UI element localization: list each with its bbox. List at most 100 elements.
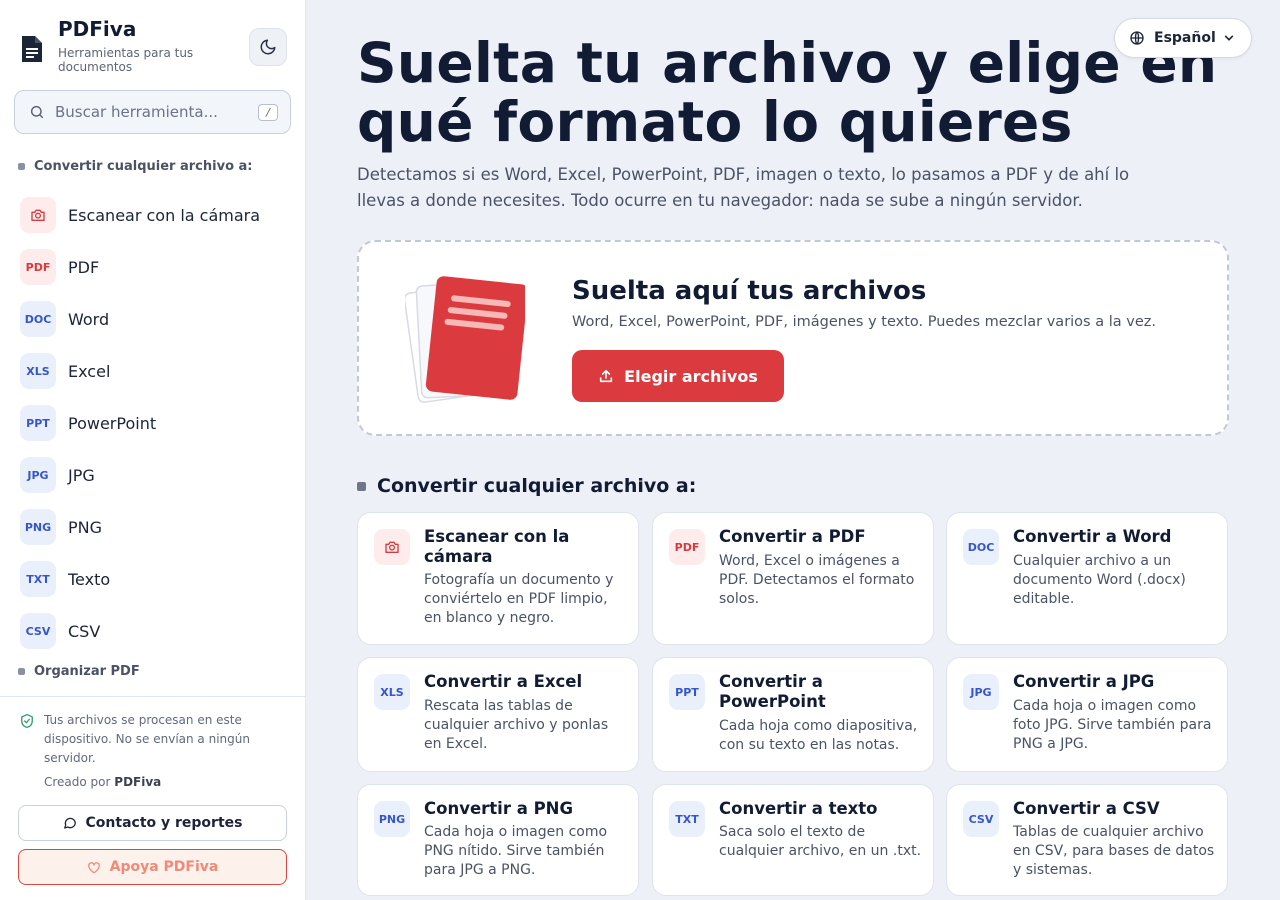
contact-button-label: Contacto y reportes [85,815,243,831]
moon-icon [260,39,276,55]
tool-card-title: Convertir a JPG [1013,672,1155,691]
sidebar-section-convert-label: Convertir cualquier archivo a: [34,159,253,174]
sidebar-item-label: CSV [68,621,101,641]
search-box[interactable]: / [14,90,291,134]
section-marker [18,668,25,675]
txt-badge-icon: TXT [669,801,705,837]
tool-card-title: Convertir a Word [1013,527,1172,546]
png-badge-icon: PNG [374,801,410,837]
tool-card-title: Convertir a texto [719,799,878,818]
ppt-badge-icon: PPT [669,674,705,710]
tool-card-scan[interactable]: Escanear con la cámara Fotografía un doc… [357,512,639,645]
main-section-title: Convertir cualquier archivo a: [377,475,697,497]
sidebar-section-organize-label: Organizar PDF [34,664,140,679]
sidebar-item-word[interactable]: DOC Word [20,293,290,345]
contact-button[interactable]: Contacto y reportes [18,805,287,841]
tool-card-excel[interactable]: XLS Convertir a Excel Rescata las tablas… [357,657,639,772]
language-selected: Español [1154,30,1216,46]
tool-card-csv[interactable]: CSV Convertir a CSV Tablas de cualquier … [946,784,1228,896]
section-marker [357,481,366,491]
sidebar-item-label: Excel [68,361,111,381]
tool-card-title: Escanear con la cámara [424,527,570,566]
created-by: Creado por PDFiva [44,775,161,789]
xls-badge-icon: XLS [20,353,56,389]
search-shortcut-key: / [258,103,278,121]
upload-icon [600,369,613,383]
sidebar-item-scan[interactable]: Escanear con la cámara [20,189,290,241]
sidebar-section-convert: Convertir cualquier archivo a: [18,159,253,174]
tool-card-description: Cada hoja como diapositiva, con su texto… [719,718,918,753]
tool-card-title: Convertir a Excel [424,672,583,691]
language-selector[interactable]: Español [1114,18,1252,58]
jpg-badge-icon: JPG [20,457,56,493]
tool-card-jpg[interactable]: JPG Convertir a JPG Cada hoja o imagen c… [946,657,1228,772]
camera-icon [374,529,410,565]
sidebar-item-label: PDF [68,257,100,277]
heart-icon [87,861,100,873]
tool-card-text[interactable]: TXT Convertir a texto Saca solo el texto… [652,784,934,896]
section-marker [18,163,25,170]
document-logo-icon [22,36,42,62]
csv-badge-icon: CSV [963,801,999,837]
tool-card-description: Cada hoja o imagen como foto JPG. Sirve … [1013,698,1212,752]
xls-badge-icon: XLS [374,674,410,710]
sidebar-item-csv[interactable]: CSV CSV [20,605,290,657]
sidebar-item-png[interactable]: PNG PNG [20,501,290,553]
shield-check-icon [21,713,33,729]
choose-files-button[interactable]: Elegir archivos [572,350,784,402]
brand[interactable]: PDFiva Herramientas para tus documentos [20,18,218,74]
tool-card-description: Saca solo el texto de cualquier archivo,… [719,824,922,859]
sidebar-item-text[interactable]: TXT Texto [20,553,290,605]
page-subtitle: Detectamos si es Word, Excel, PowerPoint… [357,165,1130,210]
documents-illustration-icon [405,276,525,403]
tool-card-title: Convertir a PNG [424,799,574,818]
search-input[interactable] [55,103,258,121]
pdf-badge-icon: PDF [669,529,705,565]
tool-card-title: Convertir a PowerPoint [719,672,826,711]
privacy-text: Tus archivos se procesan en este disposi… [44,713,250,765]
txt-badge-icon: TXT [20,561,56,597]
search-icon [30,105,44,119]
privacy-note: Tus archivos se procesan en este disposi… [20,711,280,768]
tool-card-title: Convertir a CSV [1013,799,1160,818]
chat-bubble-icon [63,817,76,829]
choose-files-button-label: Elegir archivos [624,366,758,386]
file-dropzone[interactable]: Suelta aquí tus archivos Word, Excel, Po… [357,240,1229,436]
sidebar-item-label: PowerPoint [68,413,157,433]
sidebar-footer: Tus archivos se procesan en este disposi… [0,696,305,900]
sidebar-item-label: Texto [68,569,111,589]
theme-toggle-button[interactable] [249,28,287,66]
csv-badge-icon: CSV [20,613,56,649]
dropzone-subtitle: Word, Excel, PowerPoint, PDF, imágenes y… [572,314,1156,330]
support-button-label: Apoya PDFiva [109,859,219,875]
sidebar-item-powerpoint[interactable]: PPT PowerPoint [20,397,290,449]
main-section-heading: Convertir cualquier archivo a: [357,475,696,497]
created-by-link[interactable]: PDFiva [114,775,161,789]
tool-card-description: Cada hoja o imagen como PNG nítido. Sirv… [424,824,608,878]
brand-name: PDFiva [58,17,137,41]
sidebar-item-jpg[interactable]: JPG JPG [20,449,290,501]
doc-badge-icon: DOC [963,529,999,565]
tool-card-word[interactable]: DOC Convertir a Word Cualquier archivo a… [946,512,1228,645]
tool-card-description: Rescata las tablas de cualquier archivo … [424,698,609,752]
tool-card-png[interactable]: PNG Convertir a PNG Cada hoja o imagen c… [357,784,639,896]
dropzone-title: Suelta aquí tus archivos [572,276,927,306]
tool-card-description: Cualquier archivo a un documento Word (.… [1013,553,1186,607]
tool-card-pdf[interactable]: PDF Convertir a PDF Word, Excel o imágen… [652,512,934,645]
tool-card-title: Convertir a PDF [719,527,866,546]
pdf-badge-icon: PDF [20,249,56,285]
sidebar-item-label: PNG [68,517,103,537]
globe-icon [1130,31,1144,45]
sidebar-item-pdf[interactable]: PDF PDF [20,241,290,293]
sidebar-item-label: JPG [68,465,95,485]
sidebar-item-excel[interactable]: XLS Excel [20,345,290,397]
support-button[interactable]: Apoya PDFiva [18,849,287,885]
png-badge-icon: PNG [20,509,56,545]
sidebar-item-label: Word [68,309,110,329]
sidebar-item-label: Escanear con la cámara [68,205,261,225]
sidebar-section-organize[interactable]: Organizar PDF [18,664,140,679]
tool-card-powerpoint[interactable]: PPT Convertir a PowerPoint Cada hoja com… [652,657,934,772]
chevron-down-icon [1224,35,1233,41]
sidebar-nav: Escanear con la cámara PDF PDF DOC Word … [20,189,290,657]
created-by-prefix: Creado por [44,775,111,789]
